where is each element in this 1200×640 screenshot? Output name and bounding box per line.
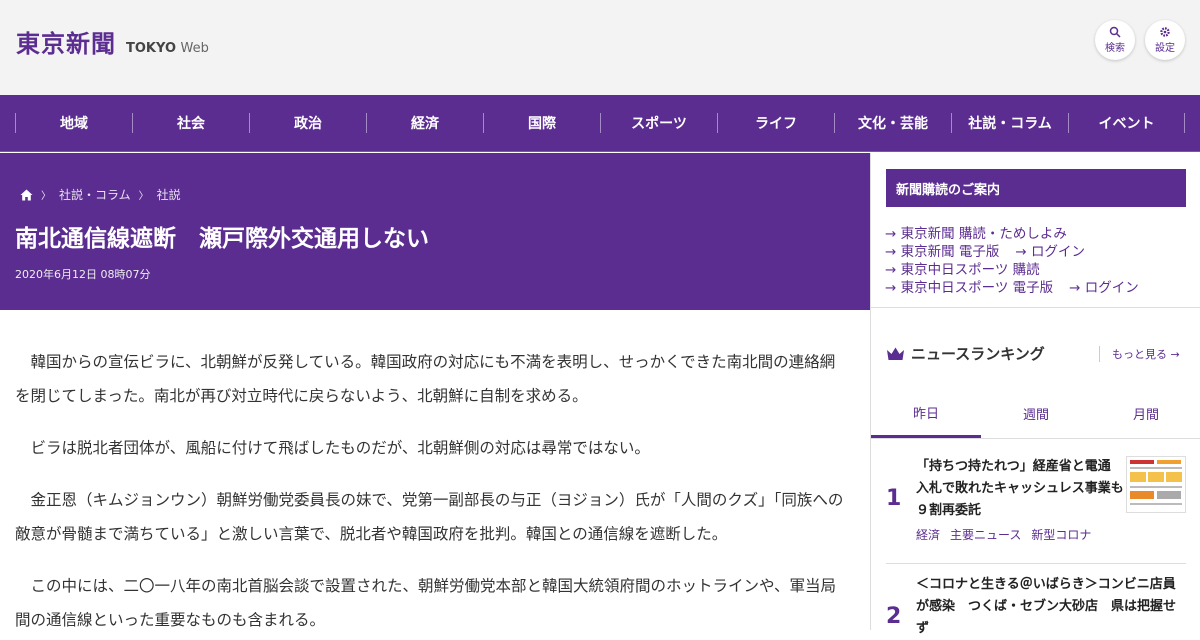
breadcrumb: 〉 社説・コラム 〉 社説 [20,186,181,203]
arrow-right-icon: → [885,244,897,260]
nav-item-events[interactable]: イベント [1068,113,1185,133]
tab-weekly[interactable]: 週間 [981,389,1091,438]
arrow-right-icon: → [885,280,897,296]
rank-number: 1 [886,486,902,511]
arrow-right-icon: → [1015,244,1027,260]
ranking-tabs: 昨日 週間 月間 [871,389,1200,439]
rank-tags: 経済 主要ニュース 新型コロナ [916,526,1101,543]
ranking-separator [886,563,1186,564]
link-tokyo-digital[interactable]: → 東京新聞 電子版 [885,244,999,260]
arrow-right-icon: → [1069,280,1081,296]
tab-yesterday[interactable]: 昨日 [871,389,981,438]
link-subscribe-chunichi-sports[interactable]: → 東京中日スポーツ 購読 [885,262,1040,278]
document-thumbnail-icon [1130,460,1182,505]
nav-item-life[interactable]: ライフ [717,113,834,133]
rank-thumbnail[interactable] [1126,456,1186,513]
nav-item-sports[interactable]: スポーツ [600,113,717,133]
crown-icon [887,347,904,360]
link-chunichi-sports-digital[interactable]: → 東京中日スポーツ 電子版 [885,280,1053,296]
link-subscribe-tokyo[interactable]: → 東京新聞 購読・ためしよみ [885,226,1067,242]
link-chunichi-sports-login[interactable]: → ログイン [1069,280,1139,296]
link-label: 東京新聞 電子版 [900,244,1000,260]
link-label: 東京中日スポーツ 購読 [900,262,1040,278]
nav-item-culture[interactable]: 文化・芸能 [834,113,951,133]
nav-item-society[interactable]: 社会 [132,113,249,133]
sidebar: 新聞購読のご案内 → 東京新聞 購読・ためしよみ → 東京新聞 電子版 → ログイ… [870,153,1200,636]
rank-number: 2 [886,604,902,629]
article-paragraph: 韓国からの宣伝ビラに、北朝鮮が反発している。韓国政府の対応にも不満を表明し、せっ… [15,353,836,405]
nav-item-editorial[interactable]: 社説・コラム [951,113,1068,133]
tab-monthly[interactable]: 月間 [1091,389,1200,438]
home-icon[interactable] [20,189,33,201]
breadcrumb-separator: 〉 [138,191,149,202]
subscription-heading: 新聞購読のご案内 [886,169,1186,207]
breadcrumb-editorial[interactable]: 社説 [157,186,181,203]
tag[interactable]: 経済 [916,528,940,542]
nav-item-international[interactable]: 国際 [483,113,600,133]
site-logo[interactable]: 東京新聞 TOKYO Web [16,24,209,59]
tag[interactable]: 主要ニュース [950,528,1021,542]
article-title: 南北通信線遮断 瀬戸際外交通用しない [15,226,429,252]
search-label: 検索 [1105,43,1125,54]
more-label: もっと見る [1112,348,1167,361]
search-icon [1109,26,1121,38]
logo-en-light: Web [180,41,209,56]
article-date: 2020年6月12日 08時07分 [15,268,151,281]
nav-item-economy[interactable]: 経済 [366,113,483,133]
breadcrumb-separator: 〉 [41,191,51,202]
arrow-right-icon: → [885,226,897,242]
logo-en-bold: TOKYO [126,41,176,56]
link-tokyo-login[interactable]: → ログイン [1015,244,1085,260]
article-body: 韓国からの宣伝ビラに、北朝鮮が反発している。韓国政府の対応にも不満を表明し、せっ… [0,310,870,630]
link-label: ログイン [1031,244,1086,260]
link-label: ログイン [1084,280,1139,296]
rank-title[interactable]: 「持ちつ持たれつ」経産省と電通 入札で敗れたキャッシュレス事業も９割再委託 [916,456,1126,522]
logo-japanese: 東京新聞 [16,29,116,58]
article-paragraph: この中には、二〇一八年の南北首脳会談で設置された、朝鮮労働党本部と韓国大統領府間… [15,577,837,629]
ranking-title: ニュースランキング [911,345,1045,363]
gear-icon [1160,27,1170,37]
arrow-right-icon: → [885,262,897,278]
nav-item-politics[interactable]: 政治 [249,113,366,133]
search-button[interactable]: 検索 [1095,20,1135,60]
breadcrumb-editorial-column[interactable]: 社説・コラム [59,186,131,203]
article-header: 〉 社説・コラム 〉 社説 南北通信線遮断 瀬戸際外交通用しない 2020年6月… [0,153,870,310]
nav-item-region[interactable]: 地域 [15,113,132,133]
settings-label: 設定 [1155,43,1175,54]
arrow-right-icon: → [1170,348,1180,361]
rank-title[interactable]: ＜コロナと生きる＠いばらき＞コンビニ店員が感染 つくば・セブン大砂店 県は把握せ… [916,574,1186,640]
logo-english: TOKYO Web [126,41,209,56]
link-label: 東京新聞 購読・ためしよみ [900,226,1067,242]
site-header: 東京新聞 TOKYO Web 検索 設定 [0,0,1200,95]
article-paragraph: 金正恩（キムジョンウン）朝鮮労働党委員長の妹で、党第一副部長の与正（ヨジョン）氏… [15,491,844,543]
ranking-item[interactable]: 1 「持ちつ持たれつ」経産省と電通 入札で敗れたキャッシュレス事業も９割再委託 … [886,456,1186,556]
ranking-more-link[interactable]: もっと見る → [1099,346,1180,362]
subscription-links: → 東京新聞 購読・ためしよみ → 東京新聞 電子版 → ログイン → 東京中日ス… [885,225,1155,297]
settings-button[interactable]: 設定 [1145,20,1185,60]
article-paragraph: ビラは脱北者団体が、風船に付けて飛ばしたものだが、北朝鮮側の対応は尋常ではない。 [30,439,650,457]
tag[interactable]: 新型コロナ [1031,528,1091,542]
link-label: 東京中日スポーツ 電子版 [900,280,1054,296]
sidebar-divider [871,307,1200,308]
ranking-heading: ニュースランキング [886,343,1045,364]
ranking-item[interactable]: 2 ＜コロナと生きる＠いばらき＞コンビニ店員が感染 つくば・セブン大砂店 県は把… [886,574,1186,636]
main-nav: 地域 社会 政治 経済 国際 スポーツ ライフ 文化・芸能 社説・コラム イベン… [0,95,1200,152]
